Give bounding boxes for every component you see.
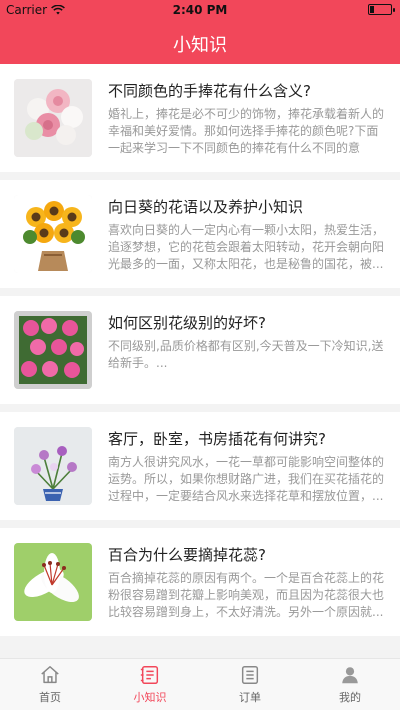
- battery-icon: [368, 4, 395, 15]
- article-card[interactable]: 百合为什么要摘掉花蕊? 百合摘掉花蕊的原因有两个。一个是百合花蕊上的花粉很容易蹭…: [0, 528, 400, 636]
- bouquet-thumbnail: [14, 79, 92, 157]
- order-icon: [241, 666, 259, 684]
- article-card[interactable]: 向日葵的花语以及养护小知识 喜欢向日葵的人一定内心有一颗小太阳，热爱生活，追逐梦…: [0, 180, 400, 288]
- tab-profile[interactable]: 我的: [300, 659, 400, 710]
- article-excerpt: 婚礼上，捧花是必不可少的饰物，捧花承载着新人的幸福和美好爱情。那如何选择手捧花的…: [108, 107, 385, 155]
- article-card[interactable]: 客厅，卧室，书房插花有何讲究? 南方人很讲究风水，一花一草都可能影响空间整体的运…: [0, 412, 400, 520]
- home-icon: [41, 666, 59, 684]
- tab-orders[interactable]: 订单: [200, 659, 300, 710]
- rosebox-image: [14, 311, 92, 389]
- tab-label: 首页: [39, 691, 61, 704]
- tab-bar: 首页 小知识 订单 我的: [0, 658, 400, 710]
- tab-knowledge[interactable]: 小知识: [100, 659, 200, 710]
- article-title: 不同颜色的手捧花有什么含义?: [108, 82, 311, 100]
- knowledge-icon: [140, 666, 159, 684]
- lily-image: [14, 543, 92, 621]
- article-excerpt: 喜欢向日葵的人一定内心有一颗小太阳，热爱生活，追逐梦想，它的花苞会跟着太阳转动，…: [108, 223, 385, 271]
- status-bar: Carrier 2:40 PM: [0, 0, 400, 20]
- lily-thumbnail: [14, 543, 92, 621]
- knowledge-screen: Carrier 2:40 PM 小知识 不同颜色的手捧花有什么含义? 婚礼上，捧…: [0, 0, 400, 710]
- sunflower-thumbnail: [14, 195, 92, 273]
- profile-icon: [342, 667, 358, 684]
- article-list[interactable]: 不同颜色的手捧花有什么含义? 婚礼上，捧花是必不可少的饰物，捧花承载着新人的幸福…: [0, 64, 400, 658]
- article-title: 客厅，卧室，书房插花有何讲究?: [108, 430, 326, 448]
- article-title: 向日葵的花语以及养护小知识: [108, 198, 304, 216]
- article-excerpt: 百合摘掉花蕊的原因有两个。一个是百合花蕊上的花粉很容易蹭到花瓣上影响美观，而且因…: [108, 571, 385, 619]
- rosebox-thumbnail: [14, 311, 92, 389]
- orchid-thumbnail: [14, 427, 92, 505]
- sunflower-image: [14, 195, 92, 273]
- tab-label: 我的: [339, 691, 361, 704]
- article-title: 如何区别花级别的好坏?: [108, 314, 266, 332]
- article-card[interactable]: 不同颜色的手捧花有什么含义? 婚礼上，捧花是必不可少的饰物，捧花承载着新人的幸福…: [0, 64, 400, 172]
- orchid-image: [14, 427, 92, 505]
- article-card[interactable]: 如何区别花级别的好坏? 不同级别,品质价格都有区别,今天普及一下冷知识,送给新手…: [0, 296, 400, 404]
- article-excerpt: 不同级别,品质价格都有区别,今天普及一下冷知识,送给新手。...: [108, 339, 384, 370]
- tab-label: 订单: [239, 691, 261, 704]
- bouquet-image: [14, 79, 92, 157]
- tab-label: 小知识: [133, 691, 167, 704]
- page-title: 小知识: [173, 35, 227, 56]
- app-header: Carrier 2:40 PM 小知识: [0, 0, 400, 64]
- article-title: 百合为什么要摘掉花蕊?: [108, 546, 266, 564]
- tab-home[interactable]: 首页: [0, 659, 100, 710]
- article-excerpt: 南方人很讲究风水，一花一草都可能影响空间整体的运势。所以，如果你想财路广进，我们…: [108, 455, 385, 503]
- status-time: 2:40 PM: [172, 3, 228, 17]
